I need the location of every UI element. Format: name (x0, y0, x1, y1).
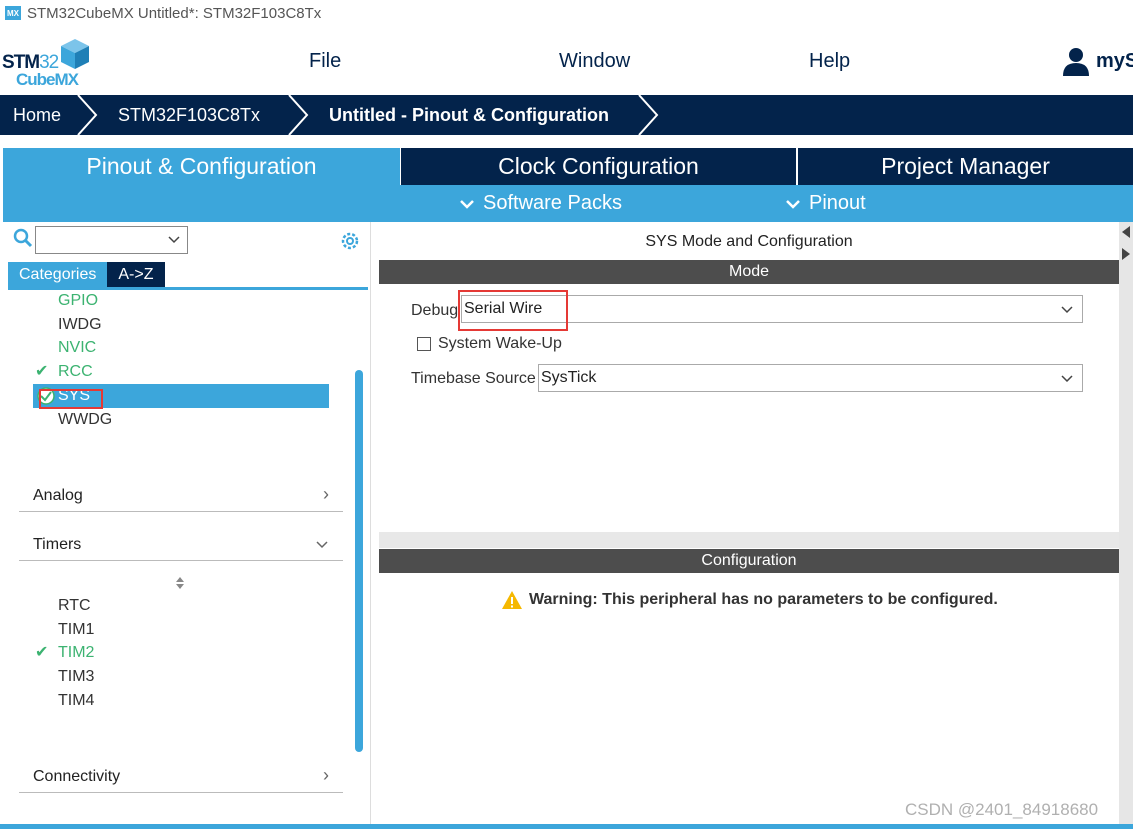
menu-help[interactable]: Help (809, 50, 850, 73)
app-icon: MX (5, 6, 21, 20)
user-account[interactable]: myS (1062, 46, 1133, 76)
logo-cubemx: CubeMX (16, 70, 79, 89)
menu-file[interactable]: File (309, 50, 341, 73)
search-combo[interactable] (35, 226, 188, 254)
debug-label: Debug (411, 302, 459, 319)
chevron-down-icon (168, 236, 180, 244)
chevron-right-icon: › (323, 484, 329, 504)
section-timers[interactable]: Timers (19, 531, 343, 561)
breadcrumb-chevron-icon (288, 95, 309, 135)
window-title: STM32CubeMX Untitled*: STM32F103C8Tx (27, 4, 322, 22)
cube-icon (61, 39, 89, 69)
software-packs-label: Software Packs (483, 192, 622, 214)
tab-a-z[interactable]: A->Z (107, 262, 165, 287)
bottom-border (0, 824, 1133, 829)
tree-item-rcc[interactable]: RCC (58, 361, 93, 383)
panel-splitter[interactable] (379, 532, 1119, 548)
user-icon (1063, 48, 1089, 76)
search-icon[interactable] (13, 228, 33, 248)
tab-clock-configuration[interactable]: Clock Configuration (401, 148, 796, 185)
breadcrumb-device[interactable]: STM32F103C8Tx (118, 95, 260, 135)
sys-config-panel: SYS Mode and Configuration Mode Debug Se… (379, 222, 1119, 824)
user-name: myS (1096, 49, 1133, 72)
wakeup-label: System Wake-Up (438, 335, 562, 352)
tree-item-wwdg[interactable]: WWDG (58, 409, 112, 431)
left-scrollbar[interactable] (355, 370, 363, 752)
check-icon: ✔ (35, 363, 49, 380)
pinout-menu[interactable]: Pinout (785, 192, 866, 215)
stm32cubemx-logo: STM32 CubeMX (2, 38, 92, 90)
section-connectivity[interactable]: Connectivity › (19, 763, 343, 793)
tab-categories[interactable]: Categories (8, 262, 108, 287)
chevron-down-icon (316, 541, 328, 549)
timebase-select[interactable]: SysTick (538, 364, 1083, 392)
section-analog[interactable]: Analog › (19, 482, 343, 512)
timebase-value: SysTick (541, 369, 597, 386)
configuration-header: Configuration (379, 549, 1119, 573)
section-timers-label: Timers (33, 536, 82, 553)
tree-item-tim4[interactable]: TIM4 (58, 690, 94, 712)
tree-item-gpio[interactable]: GPIO (58, 290, 98, 312)
chevron-down-icon (786, 199, 800, 209)
mode-header: Mode (379, 260, 1119, 284)
categories-panel: Categories A->Z GPIO IWDG NVIC ✔ RCC SYS… (3, 222, 371, 824)
chevron-down-icon (460, 199, 474, 209)
highlight-box-sys (39, 389, 103, 409)
software-packs-menu[interactable]: Software Packs (459, 192, 622, 215)
section-analog-label: Analog (33, 487, 83, 504)
sub-toolbar: Software Packs Pinout (3, 185, 1133, 222)
chevron-down-icon (1061, 306, 1073, 314)
tree-item-tim3[interactable]: TIM3 (58, 666, 94, 688)
warning-icon (502, 591, 522, 609)
pinout-label: Pinout (809, 192, 866, 214)
tree-item-iwdg[interactable]: IWDG (58, 314, 102, 336)
chevron-right-icon: › (323, 765, 329, 785)
check-icon: ✔ (35, 644, 49, 661)
menu-bar: STM32 CubeMX File Window Help myS (0, 30, 1133, 94)
gear-icon[interactable] (339, 230, 361, 252)
tree-item-tim2[interactable]: TIM2 (58, 642, 94, 664)
breadcrumb-current[interactable]: Untitled - Pinout & Configuration (329, 95, 609, 135)
title-bar: MX STM32CubeMX Untitled*: STM32F103C8Tx (0, 0, 1133, 26)
section-connectivity-label: Connectivity (33, 768, 121, 785)
right-scroll-edge[interactable] (1119, 222, 1133, 824)
tree-item-tim1[interactable]: TIM1 (58, 619, 94, 641)
tab-project-manager[interactable]: Project Manager (798, 148, 1133, 185)
tab-pinout-configuration[interactable]: Pinout & Configuration (3, 148, 400, 185)
menu-window[interactable]: Window (559, 50, 630, 73)
panel-title: SYS Mode and Configuration (645, 233, 853, 250)
category-tabs: Categories A->Z (8, 262, 165, 287)
collapse-arrow-icon[interactable] (1120, 224, 1132, 264)
tree-item-nvic[interactable]: NVIC (58, 337, 96, 359)
main-tabs: Pinout & Configuration Clock Configurati… (3, 148, 1133, 185)
sort-icon[interactable] (175, 576, 185, 590)
chevron-down-icon (1061, 375, 1073, 383)
warning-message: Warning: This peripheral has no paramete… (501, 590, 998, 610)
watermark: CSDN @2401_84918680 (905, 800, 1099, 819)
warning-text: Warning: This peripheral has no paramete… (529, 591, 998, 608)
breadcrumb: Home STM32F103C8Tx Untitled - Pinout & C… (0, 95, 1133, 135)
highlight-box-debug (458, 290, 568, 331)
breadcrumb-home[interactable]: Home (13, 95, 61, 135)
tree-item-rtc[interactable]: RTC (58, 595, 91, 617)
timebase-label: Timebase Source (411, 370, 536, 387)
breadcrumb-chevron-icon (77, 95, 98, 135)
wakeup-checkbox[interactable] (417, 337, 431, 351)
breadcrumb-chevron-icon (638, 95, 659, 135)
